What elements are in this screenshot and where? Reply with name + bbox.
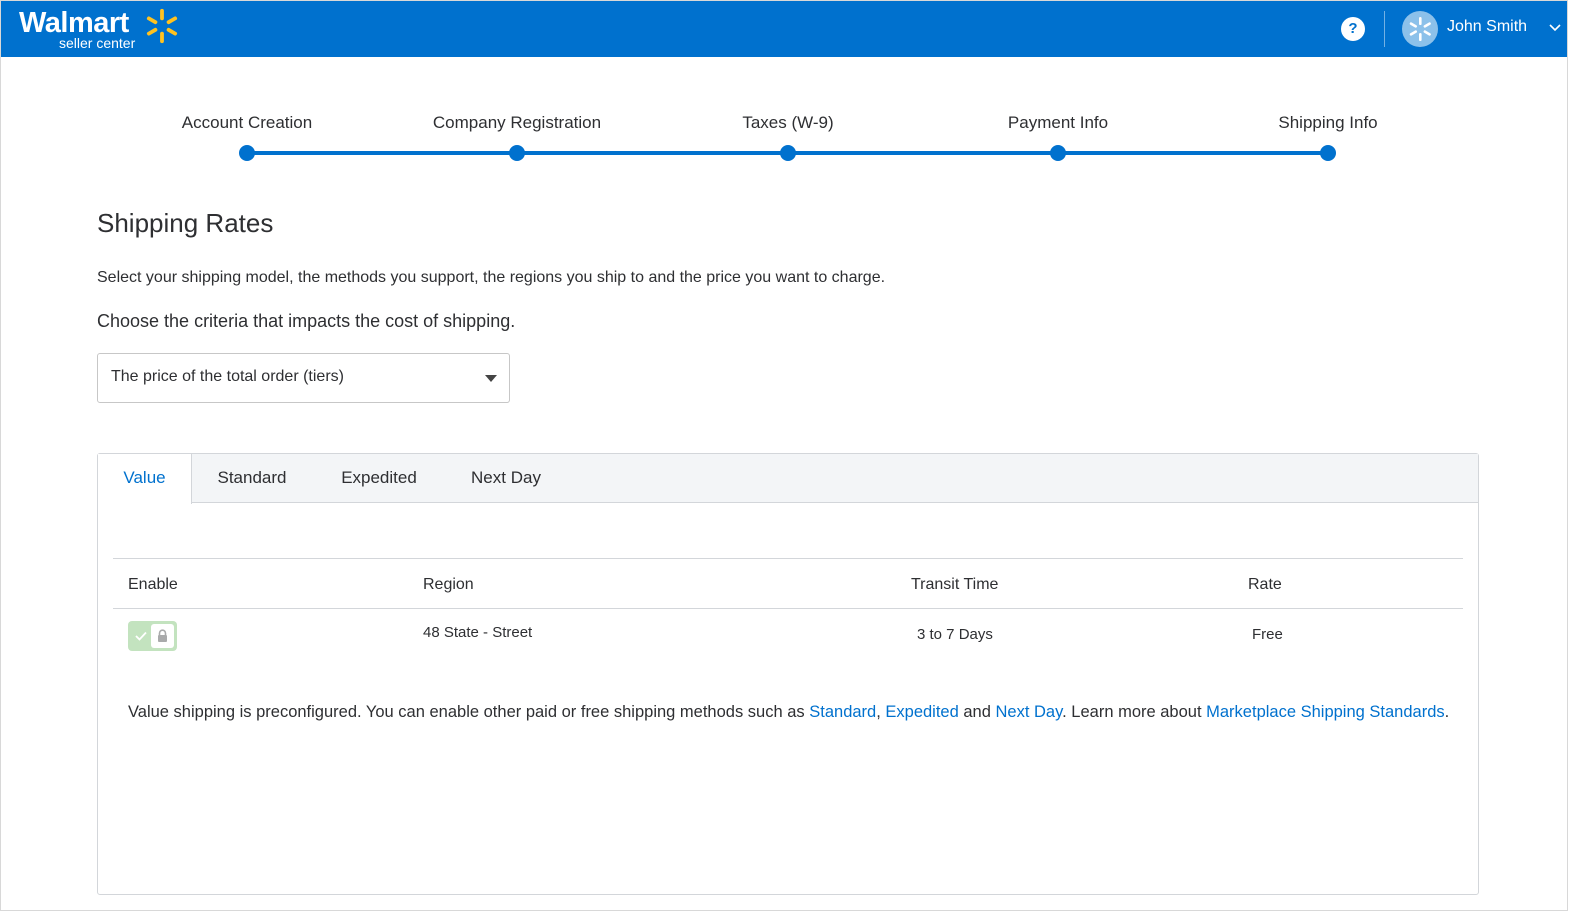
step-dot [239, 145, 255, 161]
shipping-info-note: Value shipping is preconfigured. You can… [128, 700, 1458, 725]
brand-subtitle: seller center [59, 35, 136, 51]
next-day-link[interactable]: Next Day [995, 703, 1062, 721]
column-header-enable: Enable [128, 576, 178, 593]
shipping-method-tabs: Value Standard Expedited Next Day [98, 454, 1478, 504]
chevron-down-icon[interactable] [1548, 21, 1562, 35]
spark-icon [146, 8, 178, 44]
note-text: . [1444, 703, 1450, 721]
step-dot [1320, 145, 1336, 161]
step-label: Shipping Info [1278, 113, 1378, 132]
marketplace-shipping-standards-link[interactable]: Marketplace Shipping Standards [1206, 703, 1444, 721]
expedited-link[interactable]: Expedited [885, 703, 958, 721]
enable-toggle[interactable] [128, 621, 177, 651]
note-separator: and [958, 703, 996, 721]
caret-down-icon [485, 375, 497, 382]
header-divider [1384, 11, 1385, 47]
tab-expedited[interactable]: Expedited [326, 454, 432, 503]
column-header-transit-time: Transit Time [911, 576, 999, 593]
table-top-border [113, 558, 1463, 559]
checkmark-icon [135, 631, 147, 641]
help-button[interactable]: ? [1341, 17, 1365, 41]
step-label: Company Registration [432, 113, 602, 132]
rate-cell: Free [1252, 626, 1283, 643]
criteria-prompt: Choose the criteria that impacts the cos… [97, 311, 516, 331]
tab-standard[interactable]: Standard [202, 454, 302, 503]
user-avatar[interactable] [1402, 11, 1438, 47]
step-label: Payment Info [1007, 113, 1109, 132]
standard-link[interactable]: Standard [809, 703, 876, 721]
note-separator: , [876, 703, 886, 721]
region-cell: 48 State - Street [423, 624, 533, 641]
step-dot [509, 145, 525, 161]
top-header: Walmart seller center ? John Smith [1, 1, 1567, 57]
step-label: Account Creation [181, 113, 313, 132]
step-label: Taxes (W-9) [742, 113, 834, 132]
user-name[interactable]: John Smith [1447, 18, 1527, 36]
avatar-spark-icon [1409, 17, 1431, 41]
page-description: Select your shipping model, the methods … [97, 269, 886, 286]
step-payment-info[interactable]: Payment Info [938, 111, 1178, 161]
column-header-region: Region [423, 576, 474, 593]
table-header-border [113, 608, 1463, 609]
criteria-select-value: The price of the total order (tiers) [111, 368, 344, 385]
step-shipping-info[interactable]: Shipping Info [1208, 111, 1448, 161]
step-company-registration[interactable]: Company Registration [397, 111, 637, 161]
app-window: Walmart seller center ? John Smith Accou… [0, 0, 1568, 911]
step-taxes[interactable]: Taxes (W-9) [668, 111, 908, 161]
step-dot [1050, 145, 1066, 161]
progress-stepper: Account Creation Company Registration Ta… [1, 111, 1567, 171]
shipping-methods-panel: Value Standard Expedited Next Day Enable… [97, 453, 1479, 895]
walmart-logo[interactable]: Walmart seller center [19, 7, 189, 53]
column-header-rate: Rate [1248, 576, 1282, 593]
criteria-select[interactable]: The price of the total order (tiers) [97, 353, 510, 403]
transit-time-cell: 3 to 7 Days [917, 626, 993, 643]
tab-value[interactable]: Value [98, 454, 192, 504]
lock-icon [158, 629, 167, 642]
note-text: . Learn more about [1062, 703, 1207, 721]
step-account-creation[interactable]: Account Creation [127, 111, 367, 161]
toggle-knob [151, 624, 174, 648]
tab-next-day[interactable]: Next Day [456, 454, 556, 503]
note-text: Value shipping is preconfigured. You can… [128, 703, 810, 721]
page-title: Shipping Rates [97, 208, 274, 238]
step-dot [780, 145, 796, 161]
